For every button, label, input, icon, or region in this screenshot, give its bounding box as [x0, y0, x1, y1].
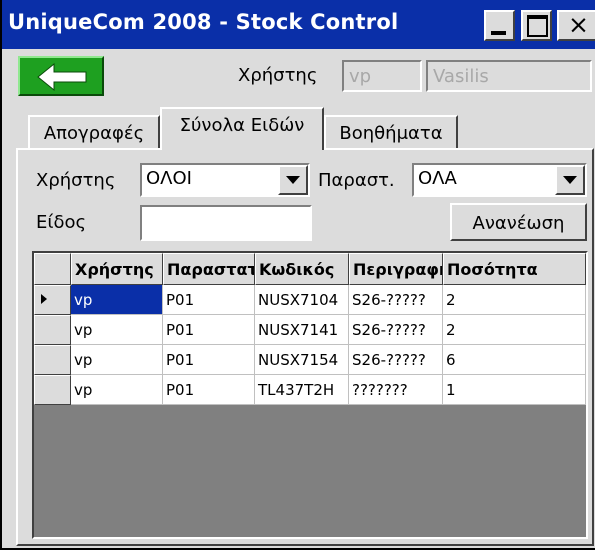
table-cell[interactable]: 1	[443, 375, 586, 405]
user-code-field: vp	[342, 60, 422, 92]
back-button[interactable]	[18, 56, 104, 96]
table-cell[interactable]: vp	[71, 375, 163, 405]
column-header-user[interactable]: Χρήστης	[71, 253, 163, 285]
filter-user-label: Χρήστης	[36, 170, 116, 191]
tab-inventories[interactable]: Απογραφές	[28, 115, 160, 149]
filter-doc-label: Παραστ.	[318, 170, 395, 191]
table-cell[interactable]: vp	[71, 285, 163, 315]
table-cell[interactable]: 6	[443, 345, 586, 375]
user-select-dropdown-button[interactable]	[278, 165, 308, 195]
row-header[interactable]	[34, 315, 71, 345]
filter-item-label: Είδος	[36, 212, 87, 233]
chevron-down-icon	[286, 176, 300, 184]
doc-select-value: ΟΛΑ	[418, 168, 457, 189]
minimize-icon	[491, 31, 506, 35]
table-cell[interactable]: NUSX7154	[255, 345, 349, 375]
tab-item-totals[interactable]: Σύνολα Ειδών	[160, 107, 324, 150]
table-cell[interactable]: vp	[71, 345, 163, 375]
table-cell[interactable]: P01	[163, 285, 255, 315]
doc-select[interactable]: ΟΛΑ	[412, 163, 587, 197]
tab-helpers[interactable]: Βοηθήματα	[324, 115, 458, 149]
refresh-button-label: Ανανέωση	[472, 213, 565, 234]
row-header[interactable]	[34, 375, 71, 405]
tab-inventories-label: Απογραφές	[43, 123, 145, 144]
table-cell[interactable]: vp	[71, 315, 163, 345]
left-arrow-icon	[37, 62, 87, 92]
user-label: Χρήστης	[238, 65, 318, 86]
chevron-down-icon	[563, 176, 577, 184]
item-input[interactable]	[140, 205, 312, 241]
close-icon: ×	[568, 10, 589, 39]
user-name-field: Vasilis	[426, 60, 592, 92]
window-title: UniqueCom 2008 - Stock Control	[8, 10, 399, 34]
column-header-code[interactable]: Κωδικός	[255, 253, 349, 285]
table-cell[interactable]: ???????	[349, 375, 443, 405]
table-cell[interactable]: S26-?????	[349, 285, 443, 315]
refresh-button[interactable]: Ανανέωση	[450, 203, 587, 241]
maximize-button[interactable]	[521, 10, 552, 41]
grid-corner-header	[34, 253, 71, 285]
table-cell[interactable]: TL437T2H	[255, 375, 349, 405]
table-cell[interactable]: NUSX7141	[255, 315, 349, 345]
tab-helpers-label: Βοηθήματα	[339, 123, 443, 144]
current-row-indicator-icon	[41, 294, 47, 304]
doc-select-dropdown-button[interactable]	[555, 165, 585, 195]
table-cell[interactable]: 2	[443, 315, 586, 345]
row-header[interactable]	[34, 285, 71, 315]
user-select-value: ΟΛΟΙ	[146, 168, 192, 189]
table-cell[interactable]: S26-?????	[349, 345, 443, 375]
table-cell[interactable]: P01	[163, 345, 255, 375]
table-cell[interactable]: NUSX7104	[255, 285, 349, 315]
column-header-document[interactable]: Παραστατ	[163, 253, 255, 285]
row-header[interactable]	[34, 345, 71, 375]
user-select[interactable]: ΟΛΟΙ	[140, 163, 310, 197]
column-header-description[interactable]: Περιγραφή	[349, 253, 443, 285]
table-cell[interactable]: 2	[443, 285, 586, 315]
table-cell[interactable]: P01	[163, 315, 255, 345]
maximize-icon	[527, 15, 548, 37]
minimize-button[interactable]	[484, 10, 515, 41]
table-cell[interactable]: S26-?????	[349, 315, 443, 345]
stock-totals-grid[interactable]: Χρήστης Παραστατ Κωδικός Περιγραφή Ποσότ…	[32, 251, 588, 539]
app-window: UniqueCom 2008 - Stock Control × Χρήστης…	[0, 0, 595, 550]
tab-item-totals-label: Σύνολα Ειδών	[179, 115, 305, 136]
column-header-quantity[interactable]: Ποσότητα	[443, 253, 586, 285]
close-button[interactable]: ×	[557, 10, 595, 41]
title-bar: UniqueCom 2008 - Stock Control ×	[2, 0, 595, 49]
table-cell[interactable]: P01	[163, 375, 255, 405]
